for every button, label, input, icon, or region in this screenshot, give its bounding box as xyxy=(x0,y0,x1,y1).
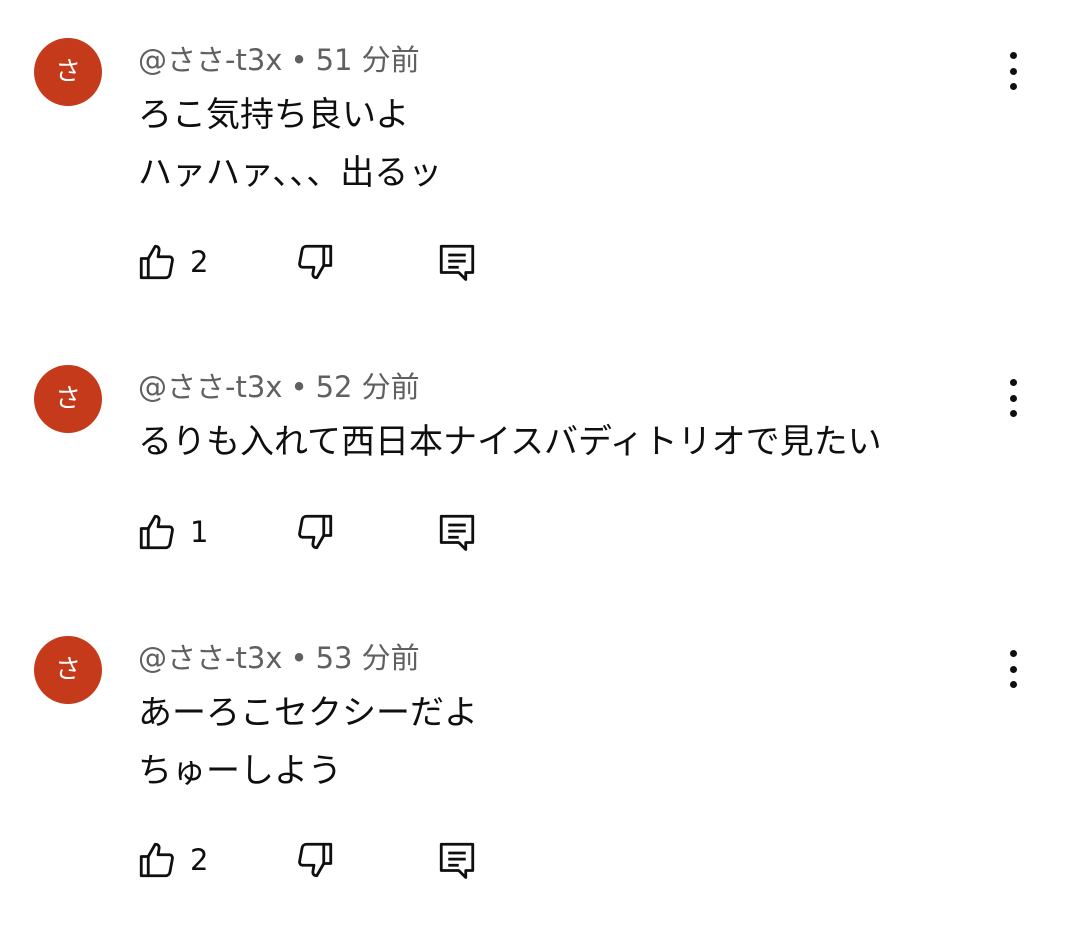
dislike-button[interactable] xyxy=(294,235,336,289)
reply-comment-icon xyxy=(439,514,475,551)
comment-line: ちゅーしよう xyxy=(138,751,342,791)
reply-button[interactable] xyxy=(436,833,478,887)
thumbs-up-icon xyxy=(139,514,174,550)
reply-comment-icon xyxy=(439,244,475,281)
comment-time[interactable]: 51 分前 xyxy=(316,43,420,77)
thumbs-down-icon xyxy=(298,842,333,878)
reply-button[interactable] xyxy=(436,235,478,289)
author-name[interactable]: @ささ-t3x xyxy=(138,641,282,675)
meta-separator: • xyxy=(290,641,308,675)
comment-time[interactable]: 52 分前 xyxy=(316,370,420,404)
more-vert-icon[interactable] xyxy=(995,375,1031,421)
comment-item: さ @ささ-t3x • 51 分前 ろこ気持ち良いよ ハァハァ、、、出るッ 2 xyxy=(0,38,1080,338)
comment-text: あーろこセクシーだよ ちゅーしよう xyxy=(138,684,478,800)
comment-actions: 2 xyxy=(130,833,530,887)
comment-line: ハァハァ、、、出るッ xyxy=(138,153,443,193)
comment-actions: 2 xyxy=(130,235,530,289)
dislike-button[interactable] xyxy=(294,505,336,559)
more-vert-icon[interactable] xyxy=(995,48,1031,94)
like-count: 2 xyxy=(190,843,209,877)
like-button[interactable]: 2 xyxy=(136,833,208,887)
thumbs-up-icon xyxy=(139,244,174,280)
thumbs-down-icon xyxy=(298,514,333,550)
comment-text: るりも入れて西日本ナイスバディトリオで見たい xyxy=(138,413,882,471)
more-vert-icon[interactable] xyxy=(995,646,1031,692)
like-button[interactable]: 1 xyxy=(136,505,208,559)
thumbs-up-icon xyxy=(139,842,174,878)
meta-separator: • xyxy=(290,43,308,77)
like-count: 1 xyxy=(190,515,209,549)
comment-line: るりも入れて西日本ナイスバディトリオで見たい xyxy=(138,422,882,462)
dislike-button[interactable] xyxy=(294,833,336,887)
like-count: 2 xyxy=(190,245,209,279)
comment-line: あーろこセクシーだよ xyxy=(138,693,478,733)
comment-line: ろこ気持ち良いよ xyxy=(138,95,410,135)
comment-meta: @ささ-t3x • 51 分前 xyxy=(138,40,420,80)
author-name[interactable]: @ささ-t3x xyxy=(138,43,282,77)
comment-actions: 1 xyxy=(130,505,530,559)
avatar[interactable]: さ xyxy=(34,38,102,106)
reply-button[interactable] xyxy=(436,505,478,559)
comment-meta: @ささ-t3x • 53 分前 xyxy=(138,638,420,678)
comment-item: さ @ささ-t3x • 53 分前 あーろこセクシーだよ ちゅーしよう 2 xyxy=(0,636,1080,936)
meta-separator: • xyxy=(290,370,308,404)
comment-item: さ @ささ-t3x • 52 分前 るりも入れて西日本ナイスバディトリオで見たい 1 xyxy=(0,365,1080,665)
like-button[interactable]: 2 xyxy=(136,235,208,289)
comment-text: ろこ気持ち良いよ ハァハァ、、、出るッ xyxy=(138,86,442,202)
comment-meta: @ささ-t3x • 52 分前 xyxy=(138,367,420,407)
reply-comment-icon xyxy=(439,842,475,879)
avatar[interactable]: さ xyxy=(34,636,102,704)
avatar[interactable]: さ xyxy=(34,365,102,433)
author-name[interactable]: @ささ-t3x xyxy=(138,370,282,404)
thumbs-down-icon xyxy=(298,244,333,280)
comment-time[interactable]: 53 分前 xyxy=(316,641,420,675)
